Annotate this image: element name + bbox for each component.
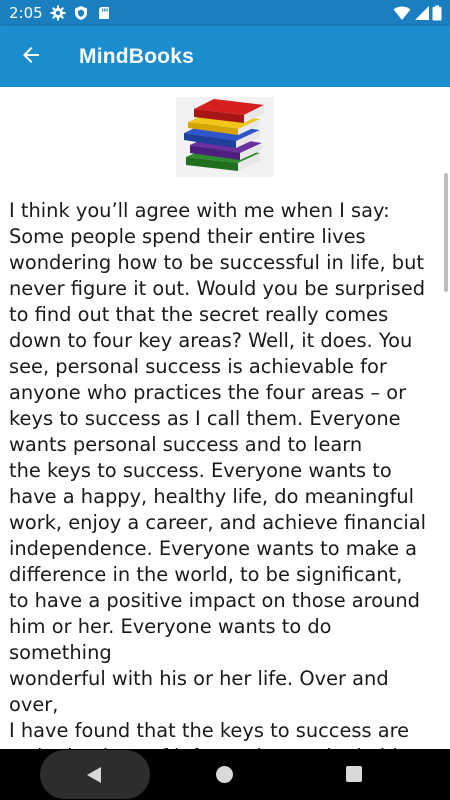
gear-icon <box>50 5 66 21</box>
status-time: 2:05 <box>9 4 43 22</box>
article-text: I think you’ll agree with me when I say:… <box>9 199 427 749</box>
shield-icon <box>73 5 89 21</box>
square-recents-icon[interactable] <box>346 766 362 782</box>
app-bar: MindBooks <box>0 26 450 87</box>
content-area[interactable]: I think you’ll agree with me when I say:… <box>0 87 450 749</box>
app-title: MindBooks <box>79 45 194 68</box>
battery-icon <box>432 5 442 21</box>
cellular-signal-icon <box>414 5 430 21</box>
back-button[interactable] <box>14 40 48 74</box>
books-stack-image <box>176 97 274 177</box>
scrollbar-thumb[interactable] <box>444 173 448 292</box>
nav-back-button[interactable] <box>40 750 150 799</box>
status-bar: 2:05 <box>0 0 450 26</box>
navigation-bar <box>0 749 450 800</box>
sd-card-icon <box>96 5 112 21</box>
wifi-icon <box>393 5 411 21</box>
arrow-back-icon <box>21 45 41 69</box>
triangle-back-icon <box>86 766 102 788</box>
circle-home-icon[interactable] <box>216 766 233 783</box>
screen: 2:05 MindBooks I think you’ll agree with… <box>0 0 450 800</box>
